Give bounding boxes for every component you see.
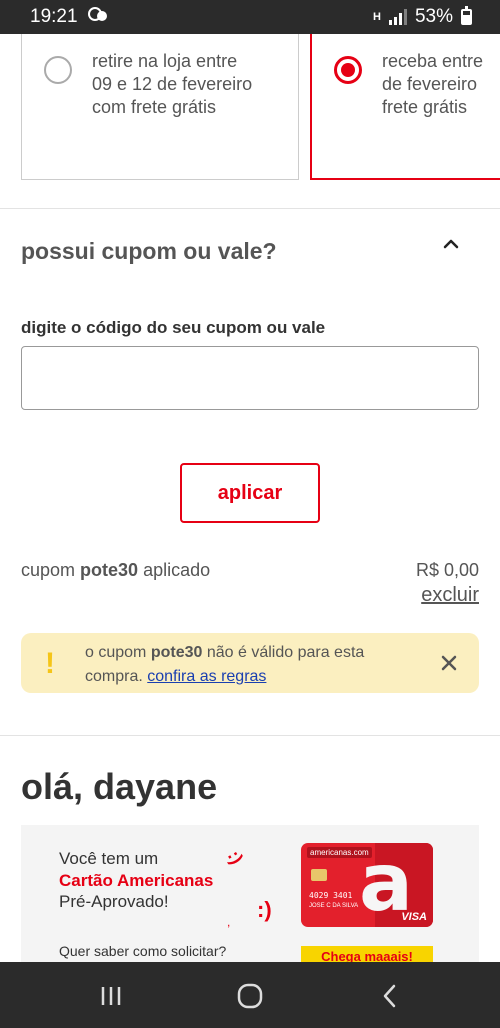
applied-suffix: aplicado xyxy=(138,560,211,580)
battery-icon xyxy=(461,6,472,25)
navigation-bar xyxy=(0,962,500,1028)
battery-level: 53% xyxy=(414,6,453,27)
home-icon[interactable] xyxy=(234,980,266,1012)
card-number: 4029 3401 xyxy=(309,891,353,900)
applied-right: R$ 0,00 excluir xyxy=(416,560,479,607)
smiley-icon: :) xyxy=(257,897,272,922)
credit-card-banner[interactable]: Você tem um Cartão Americanas Pré-Aprova… xyxy=(21,825,479,962)
pickup-text: retire na loja entre 09 e 12 de fevereir… xyxy=(92,51,253,117)
remove-coupon-link[interactable]: excluir xyxy=(416,584,479,607)
back-icon[interactable] xyxy=(374,980,406,1012)
smiley-icon: :) xyxy=(223,847,248,868)
network-type-icon: H xyxy=(373,11,381,23)
card-chip-icon xyxy=(311,869,327,881)
banner-line1: Você tem um xyxy=(59,849,159,868)
alert-prefix: o cupom xyxy=(85,644,151,661)
applied-coupon-row: cupom pote30 aplicado R$ 0,00 excluir xyxy=(21,560,479,606)
apply-coupon-button[interactable]: aplicar xyxy=(180,463,320,523)
visa-logo: VISA xyxy=(401,911,427,923)
card-holder: JOSE C DA SILVA xyxy=(309,903,359,909)
radio-home-selected[interactable] xyxy=(334,56,362,84)
credit-card-image: a americanas.com 4029 3401 JOSE C DA SIL… xyxy=(301,843,433,927)
status-right: H 53% xyxy=(373,6,472,28)
notification-icon xyxy=(87,5,108,29)
banner-line2: Cartão Americanas xyxy=(59,871,214,890)
banner-question: Quer saber como solicitar? xyxy=(59,943,227,959)
rules-link[interactable]: confira as regras xyxy=(147,668,266,685)
divider xyxy=(0,208,500,209)
card-brand: americanas.com xyxy=(307,847,372,858)
coupon-invalid-alert: ! o cupom pote30 não é válido para esta … xyxy=(21,633,479,693)
divider xyxy=(0,735,500,736)
alert-coupon-code: pote30 xyxy=(150,644,203,661)
signal-icon xyxy=(388,9,407,25)
greeting-heading: olá, dayane xyxy=(21,766,218,807)
close-icon[interactable] xyxy=(439,653,459,673)
status-time: 19:21 xyxy=(30,6,78,27)
applied-coupon-value: R$ 0,00 xyxy=(415,560,479,580)
recent-apps-icon[interactable] xyxy=(95,980,127,1012)
decorative-mark: , xyxy=(227,915,231,929)
alert-message: o cupom pote30 não é válido para esta co… xyxy=(85,641,405,689)
coupon-field-label: digite o código do seu cupom ou vale xyxy=(21,318,326,337)
banner-cta-button[interactable]: Chega maaais! xyxy=(301,946,433,962)
coupon-input[interactable] xyxy=(21,346,479,410)
chevron-up-icon[interactable] xyxy=(440,236,462,252)
status-bar: 19:21 H 53% xyxy=(0,0,500,34)
radio-pickup[interactable] xyxy=(44,56,72,84)
delivery-options: retire na loja entre 09 e 12 de fevereir… xyxy=(0,34,500,180)
banner-line3: Pré-Aprovado! xyxy=(59,892,169,911)
status-left: 19:21 xyxy=(30,5,108,29)
home-delivery-text: receba entre de fevereiro frete grátis xyxy=(382,51,484,117)
delivery-option-pickup[interactable]: retire na loja entre 09 e 12 de fevereir… xyxy=(21,34,299,180)
warning-icon: ! xyxy=(45,647,55,680)
applied-coupon-code: pote30 xyxy=(80,560,139,580)
applied-prefix: cupom xyxy=(21,560,81,580)
coupon-section-title[interactable]: possui cupom ou vale? xyxy=(21,238,277,265)
delivery-option-home[interactable]: receba entre de fevereiro frete grátis xyxy=(310,34,500,180)
